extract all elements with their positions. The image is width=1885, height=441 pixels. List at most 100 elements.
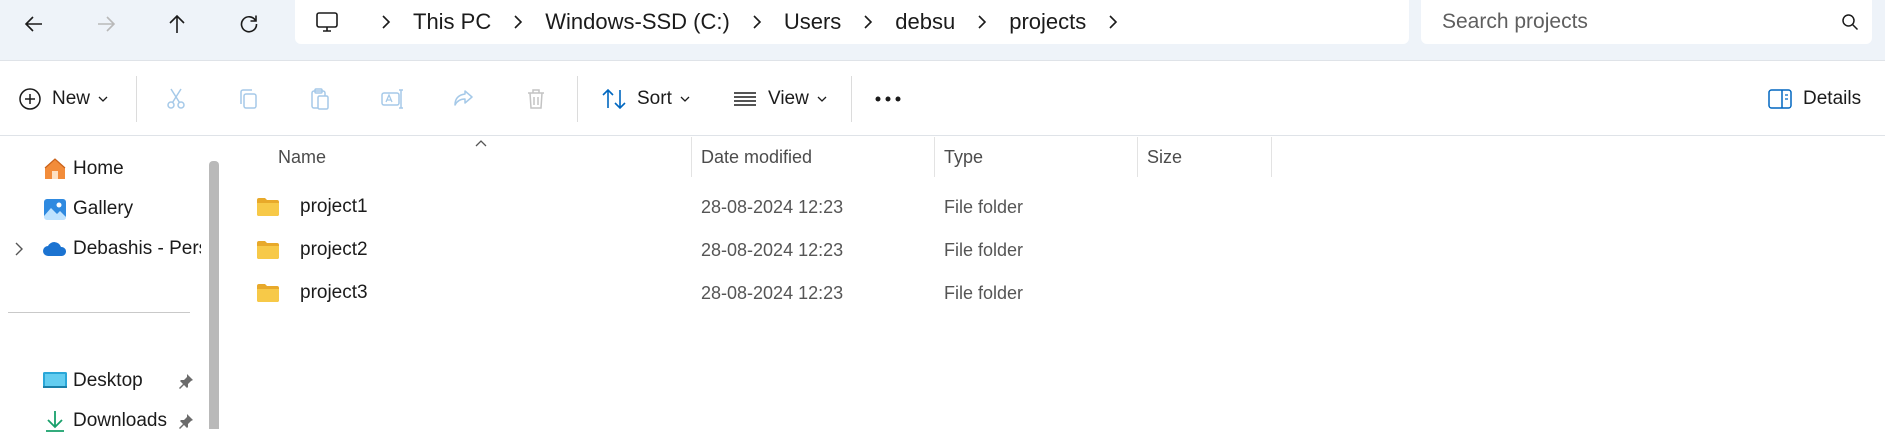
arrow-right-icon	[98, 16, 116, 32]
back-button[interactable]	[12, 4, 56, 44]
sort-label: Sort	[637, 88, 672, 109]
sidebar-item-desktop[interactable]: Desktop	[0, 361, 205, 401]
file-name[interactable]: project3	[300, 282, 368, 304]
sort-button[interactable]: Sort	[601, 79, 690, 119]
view-list-icon	[734, 92, 756, 106]
column-divider[interactable]	[1137, 137, 1138, 177]
chevron-down-icon	[98, 96, 108, 102]
rename-button[interactable]	[380, 79, 404, 119]
delete-button[interactable]	[524, 79, 548, 119]
file-type: File folder	[944, 196, 1024, 217]
pin-icon[interactable]	[178, 373, 194, 389]
chevron-right-icon[interactable]	[359, 15, 413, 29]
breadcrumb-item-debsu[interactable]: debsu	[895, 9, 955, 35]
table-row[interactable]: project3 28-08-2024 12:23 File folder	[256, 273, 1856, 313]
arrow-up-icon	[169, 14, 185, 33]
trash-icon	[528, 89, 544, 109]
details-label: Details	[1803, 88, 1862, 109]
file-date: 28-08-2024 12:23	[701, 196, 844, 217]
sort-arrows-icon	[602, 88, 626, 110]
onedrive-cloud-icon	[42, 236, 68, 262]
new-label: New	[52, 88, 91, 109]
file-type: File folder	[944, 282, 1024, 303]
scissors-icon	[167, 88, 185, 109]
file-name[interactable]: project1	[300, 196, 368, 218]
folder-icon	[257, 241, 279, 259]
file-list: Name Date modified Type Size project1 28…	[226, 137, 1885, 429]
folder-icon	[257, 284, 279, 302]
breadcrumb-item-drive[interactable]: Windows-SSD (C:)	[545, 9, 730, 35]
sidebar-divider	[8, 312, 190, 313]
file-name[interactable]: project2	[300, 239, 368, 261]
breadcrumb-item-projects[interactable]: projects	[1009, 9, 1086, 35]
monitor-icon	[316, 12, 338, 32]
refresh-button[interactable]	[227, 4, 271, 44]
more-options-button[interactable]	[874, 79, 902, 119]
copy-button[interactable]	[236, 79, 260, 119]
toolbar-divider	[851, 76, 852, 122]
arrow-left-icon	[24, 16, 42, 32]
file-date: 28-08-2024 12:23	[701, 239, 844, 260]
breadcrumb-item-users[interactable]: Users	[784, 9, 841, 35]
address-bar-region: This PC Windows-SSD (C:) Users debsu pro…	[0, 0, 1885, 61]
table-row[interactable]: project1 28-08-2024 12:23 File folder	[256, 187, 1856, 227]
home-icon	[42, 156, 68, 182]
search-placeholder[interactable]: Search projects	[1442, 10, 1828, 34]
file-date: 28-08-2024 12:23	[701, 282, 844, 303]
sidebar-scrollbar[interactable]	[209, 161, 219, 429]
rename-icon	[381, 89, 403, 109]
column-divider[interactable]	[1271, 137, 1272, 177]
sidebar-item-label: Home	[73, 158, 124, 179]
chevron-right-icon[interactable]	[730, 15, 784, 29]
desktop-icon	[42, 368, 68, 394]
chevron-down-icon	[817, 96, 827, 102]
copy-icon	[240, 89, 257, 109]
column-header-name[interactable]: Name	[278, 137, 326, 177]
pin-icon[interactable]	[178, 413, 194, 429]
sidebar-item-home[interactable]: Home	[0, 149, 205, 189]
column-header-type[interactable]: Type	[944, 137, 983, 177]
chevron-right-icon[interactable]	[13, 242, 25, 256]
table-row[interactable]: project2 28-08-2024 12:23 File folder	[256, 230, 1856, 270]
gallery-icon	[42, 196, 68, 222]
refresh-icon	[240, 15, 258, 33]
download-icon	[42, 408, 68, 434]
view-label: View	[768, 88, 809, 109]
file-type: File folder	[944, 239, 1024, 260]
breadcrumb[interactable]: This PC Windows-SSD (C:) Users debsu pro…	[295, 0, 1409, 44]
chevron-right-icon[interactable]	[955, 15, 1009, 29]
sidebar-item-label: Debashis - Personal	[73, 238, 201, 259]
up-button[interactable]	[155, 4, 199, 44]
chevron-right-icon[interactable]	[491, 15, 545, 29]
sidebar-item-label: Gallery	[73, 198, 134, 219]
sidebar-item-gallery[interactable]: Gallery	[0, 189, 205, 229]
command-toolbar: New Sort View Details	[0, 62, 1885, 136]
column-header-date[interactable]: Date modified	[701, 137, 812, 177]
sidebar-item-onedrive[interactable]: Debashis - Personal	[0, 229, 205, 269]
share-button[interactable]	[452, 79, 476, 119]
this-pc-crumb-button[interactable]	[295, 0, 359, 44]
plus-circle-icon	[19, 88, 41, 110]
chevron-right-icon[interactable]	[841, 15, 895, 29]
column-divider[interactable]	[691, 137, 692, 177]
share-icon	[454, 90, 473, 106]
toolbar-divider	[136, 76, 137, 122]
search-icon[interactable]	[1828, 13, 1872, 31]
chevron-right-icon[interactable]	[1086, 15, 1140, 29]
details-pane-icon	[1768, 89, 1792, 109]
cut-button[interactable]	[164, 79, 188, 119]
new-button[interactable]: New	[18, 79, 108, 119]
sort-ascending-caret-icon	[475, 140, 487, 147]
toolbar-divider	[577, 76, 578, 122]
view-button[interactable]: View	[732, 79, 827, 119]
forward-button[interactable]	[84, 4, 128, 44]
paste-button[interactable]	[308, 79, 332, 119]
search-input[interactable]: Search projects	[1421, 0, 1872, 44]
column-header-size[interactable]: Size	[1147, 137, 1182, 177]
sidebar-item-downloads[interactable]: Downloads	[0, 401, 205, 441]
breadcrumb-item-this-pc[interactable]: This PC	[413, 9, 491, 35]
clipboard-icon	[311, 88, 329, 110]
more-dots-icon	[875, 96, 901, 102]
details-pane-button[interactable]: Details	[1767, 79, 1861, 119]
column-divider[interactable]	[934, 137, 935, 177]
